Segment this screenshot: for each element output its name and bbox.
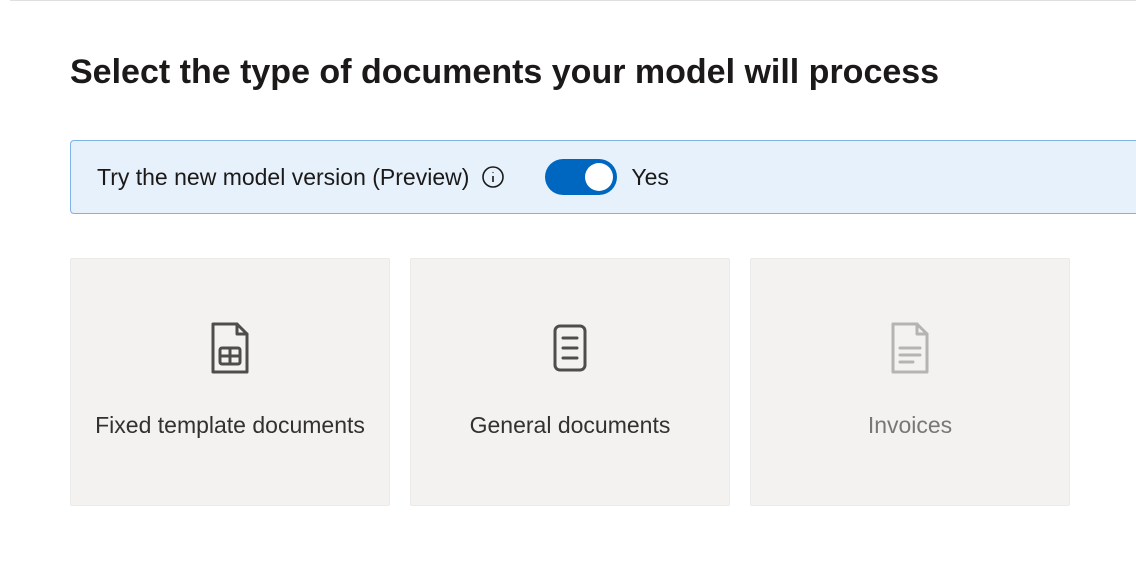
card-fixed-template[interactable]: Fixed template documents [70, 258, 390, 506]
general-document-icon [547, 322, 593, 374]
card-invoices[interactable]: Invoices [750, 258, 1070, 506]
document-type-cards: Fixed template documents General documen… [70, 258, 1136, 506]
toggle-state-label: Yes [631, 164, 669, 191]
preview-toggle[interactable] [545, 159, 617, 195]
card-label: Invoices [868, 410, 952, 441]
card-general-documents[interactable]: General documents [410, 258, 730, 506]
fixed-template-document-icon [207, 322, 253, 374]
card-label: Fixed template documents [95, 410, 365, 441]
page-title: Select the type of documents your model … [70, 53, 1136, 92]
invoice-document-icon [887, 322, 933, 374]
toggle-knob [585, 163, 613, 191]
info-icon[interactable] [481, 165, 505, 189]
preview-banner: Try the new model version (Preview) Yes [70, 140, 1136, 214]
card-label: General documents [470, 410, 671, 441]
preview-label: Try the new model version (Preview) [97, 164, 469, 191]
